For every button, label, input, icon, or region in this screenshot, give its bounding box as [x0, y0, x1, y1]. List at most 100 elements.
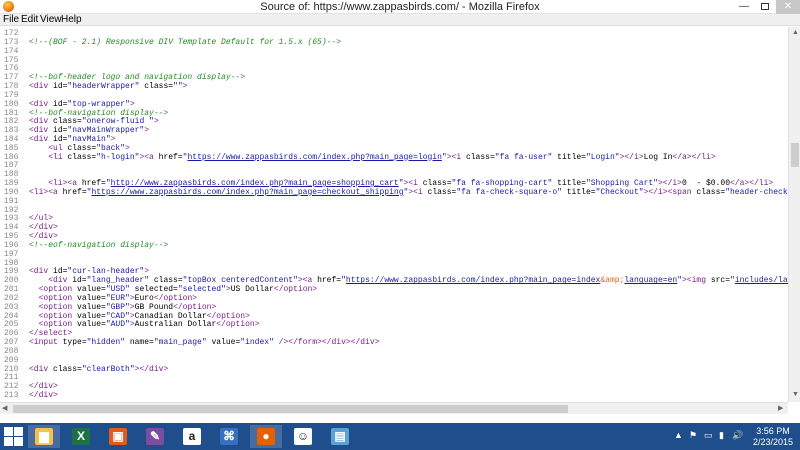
- taskbar-paint[interactable]: ✎: [139, 425, 171, 448]
- source-code: <input type="hidden" name="main_page" va…: [29, 338, 380, 347]
- line-number: 182: [4, 117, 19, 127]
- source-token: ></i>: [657, 179, 682, 189]
- source-token: "GBP": [105, 302, 130, 312]
- menu-view[interactable]: View: [40, 14, 62, 25]
- folder-icon: ▆: [35, 428, 53, 445]
- taskbar-file-explorer[interactable]: ▆: [28, 425, 60, 448]
- horizontal-scroll-thumb[interactable]: [13, 405, 568, 413]
- taskbar: ▆ X ▣ ✎ a ⌘ ● ☺ ▤ ▲ ⚑ ▭ ▮ 🔊 3:56 PM 2/23/2015: [0, 423, 800, 450]
- scroll-down-icon[interactable]: ▼: [792, 389, 799, 401]
- source-token: "Login": [585, 152, 620, 162]
- line-number: 207: [4, 338, 19, 348]
- source-token: </option>: [173, 302, 217, 312]
- source-code: </div>: [29, 391, 58, 400]
- taskbar-excel[interactable]: X: [65, 425, 97, 448]
- firefox-icon: ●: [257, 428, 275, 445]
- source-link[interactable]: https://www.zappasbirds.com/index.php?ma…: [91, 188, 403, 197]
- source-token: href=: [81, 179, 106, 189]
- vertical-scroll-thumb[interactable]: [791, 143, 799, 167]
- source-token: <!--bof-header logo and navigation displ…: [29, 73, 246, 83]
- source-token: ></i><span: [643, 187, 697, 197]
- source-link[interactable]: language=en: [624, 276, 677, 285]
- horizontal-scrollbar[interactable]: ◀ ▶: [0, 402, 788, 414]
- start-button[interactable]: [4, 427, 24, 447]
- clock-time: 3:56 PM: [756, 426, 790, 436]
- line-number: 190: [4, 187, 19, 197]
- source-code: <div id="lang_header" class="topBox cent…: [29, 276, 788, 285]
- source-token: &amp;: [600, 276, 625, 286]
- line-number: 174: [4, 46, 19, 56]
- menu-file[interactable]: File: [3, 14, 19, 25]
- source-code: <div id="headerWrapper" class="">: [29, 82, 187, 91]
- source-token: <li><a: [29, 187, 63, 197]
- minimize-button[interactable]: —: [734, 0, 754, 14]
- tray-battery-icon[interactable]: ▭: [704, 430, 713, 441]
- source-view[interactable]: 172 173 <!--(BOF - 2.1) Responsive DIV Tem…: [0, 27, 788, 402]
- windows-logo-icon: [4, 427, 13, 436]
- scroll-right-icon[interactable]: ▶: [778, 403, 783, 415]
- source-code: <option value="GBP">GB Pound</option>: [29, 302, 217, 312]
- source-link[interactable]: https://www.zappasbirds.com/index.php?ma…: [346, 276, 600, 285]
- line-number: 176: [4, 64, 19, 74]
- source-token: </div>: [29, 232, 58, 242]
- source-token: ></i>: [619, 152, 644, 162]
- source-code: <div id="navMainWrapper">: [29, 126, 149, 135]
- source-token: "AUD": [105, 320, 130, 330]
- line-number: 186: [4, 152, 19, 162]
- source-token: <div: [29, 126, 54, 136]
- taskbar-game[interactable]: ☺: [287, 425, 319, 448]
- line-number: 203: [4, 302, 19, 312]
- source-token: </div>: [29, 391, 58, 400]
- taskbar-network[interactable]: ⌘: [213, 425, 245, 448]
- close-button[interactable]: ✕: [776, 0, 800, 14]
- tray-expand-icon[interactable]: ▲: [674, 430, 683, 440]
- source-token: Canadian Dollar: [134, 311, 207, 321]
- source-token: >: [144, 126, 150, 136]
- menu-edit[interactable]: Edit: [21, 14, 38, 25]
- vertical-scrollbar[interactable]: ▲ ▼: [788, 27, 800, 402]
- source-link[interactable]: http://www.zappasbirds.com/index.php?mai…: [111, 179, 399, 188]
- source-token: ><img: [682, 276, 711, 286]
- source-token: id=: [53, 126, 68, 136]
- menu-help[interactable]: Help: [61, 14, 82, 25]
- source-token: "fa fa-shopping-cart": [451, 179, 553, 189]
- taskbar-firefox[interactable]: ●: [250, 425, 282, 448]
- source-code: <div class="onerow-fluid ">: [29, 117, 159, 126]
- source-token: value=: [77, 293, 106, 303]
- source-code: <div id="cur-lan-header">: [29, 267, 149, 276]
- source-token: title=: [552, 179, 586, 189]
- source-token: GB Pound: [134, 302, 174, 312]
- window-title: Source of: https://www.zappasbirds.com/ …: [260, 1, 540, 13]
- source-link[interactable]: https://www.zappasbirds.com/index.php?ma…: [187, 153, 441, 162]
- line-number: 179: [4, 90, 19, 100]
- source-token: "CAD": [105, 311, 130, 321]
- line-number: 175: [4, 55, 19, 65]
- source-token: <option: [29, 311, 78, 321]
- taskbar-office[interactable]: ▣: [102, 425, 134, 448]
- tray-network-icon[interactable]: ▮: [719, 430, 724, 441]
- source-token: </ul>: [29, 214, 54, 224]
- tray-flag-icon[interactable]: ⚑: [689, 430, 697, 441]
- source-token: href=: [317, 276, 342, 286]
- title-bar[interactable]: Source of: https://www.zappasbirds.com/ …: [0, 0, 800, 14]
- tray-volume-icon[interactable]: 🔊: [732, 430, 743, 441]
- source-token: href=: [158, 152, 183, 162]
- source-link[interactable]: includes/languag: [735, 276, 788, 285]
- maximize-button[interactable]: [755, 0, 775, 14]
- source-token: "hidden": [86, 338, 126, 348]
- scroll-up-icon[interactable]: ▲: [792, 27, 799, 39]
- taskbar-notes[interactable]: ▤: [324, 425, 356, 448]
- source-token: id=: [72, 276, 87, 286]
- scroll-left-icon[interactable]: ◀: [2, 403, 7, 415]
- source-code: </select>: [29, 329, 72, 338]
- source-token: id=: [53, 267, 68, 277]
- source-token: <div: [29, 117, 54, 127]
- source-token: >: [144, 267, 150, 277]
- source-token: </option>: [273, 285, 318, 295]
- source-token: <option: [29, 320, 78, 330]
- taskbar-amazon[interactable]: a: [176, 425, 208, 448]
- line-number: 191: [4, 196, 19, 206]
- source-token: </div>: [29, 223, 58, 233]
- source-token: type=: [62, 338, 87, 348]
- system-clock[interactable]: 3:56 PM 2/23/2015: [752, 426, 794, 448]
